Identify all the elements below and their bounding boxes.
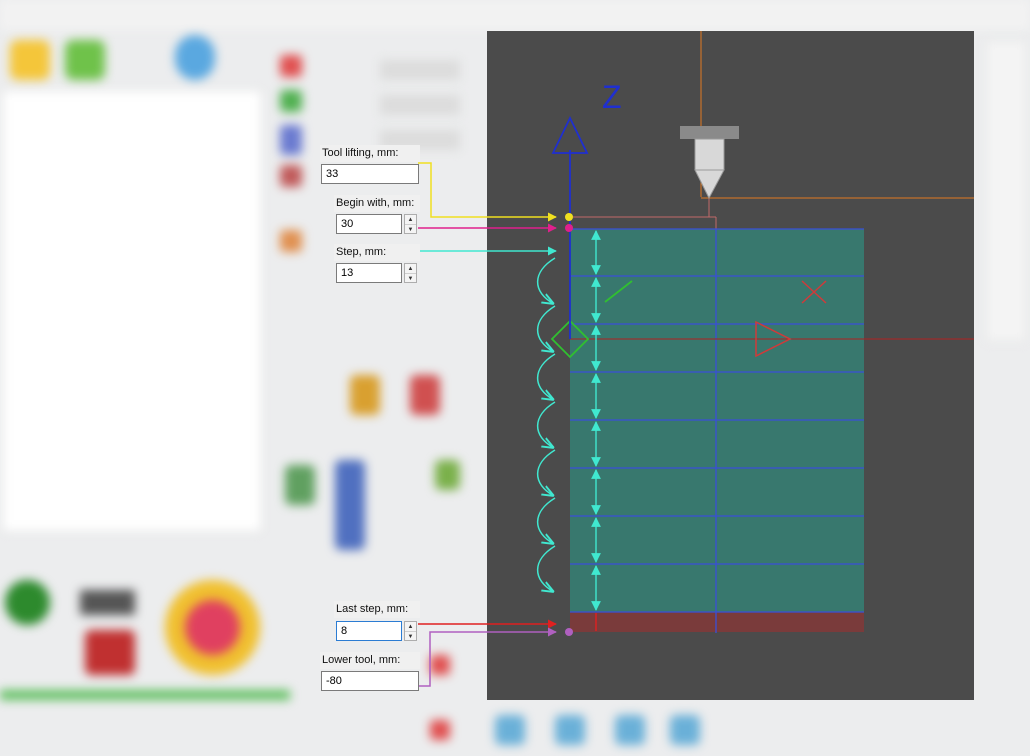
spin-down-icon[interactable]: ▼ bbox=[405, 631, 416, 641]
side-button bbox=[380, 95, 460, 115]
lower-tool-label: Lower tool, mm: bbox=[320, 652, 420, 669]
pass-curve-arrow bbox=[537, 545, 555, 592]
step-label: Step, mm: bbox=[334, 244, 420, 261]
bottom-icon bbox=[85, 630, 135, 675]
side-icon bbox=[280, 230, 302, 252]
tool-lifting-dot bbox=[565, 213, 573, 221]
spin-up-icon[interactable]: ▲ bbox=[405, 622, 416, 631]
lower-tool-dot bbox=[565, 628, 573, 636]
spin-up-icon[interactable]: ▲ bbox=[405, 215, 416, 224]
bottom-icon bbox=[80, 590, 135, 615]
pass-curve-arrow bbox=[537, 305, 555, 352]
pass-curve-arrow bbox=[537, 401, 555, 448]
last-step-label: Last step, mm: bbox=[334, 601, 420, 618]
tool-thumb bbox=[285, 465, 315, 505]
tool-lifting-label: Tool lifting, mm: bbox=[320, 145, 420, 162]
last-step-layer bbox=[570, 612, 864, 632]
side-icon bbox=[280, 125, 302, 155]
pass-curve-arrow bbox=[537, 353, 555, 400]
tree-panel bbox=[2, 90, 262, 532]
toolbar-icon bbox=[175, 35, 215, 80]
bottom-icon bbox=[555, 715, 585, 745]
bottom-icon bbox=[670, 715, 700, 745]
side-icon bbox=[430, 655, 450, 675]
pass-curve-arrow bbox=[537, 257, 555, 304]
pass-curve-arrow bbox=[537, 497, 555, 544]
spin-down-icon[interactable]: ▼ bbox=[405, 273, 416, 283]
toolbar-icon bbox=[10, 40, 50, 80]
side-icon bbox=[280, 165, 302, 187]
bottom-icon bbox=[495, 715, 525, 745]
tool-lifting-input[interactable] bbox=[321, 164, 419, 184]
tool-thumb bbox=[335, 460, 365, 550]
tool-thumb bbox=[350, 375, 380, 415]
bottom-icon bbox=[615, 715, 645, 745]
toolbar-icon bbox=[65, 40, 105, 80]
tool-thumb bbox=[410, 375, 440, 415]
step-stepper[interactable]: ▲ ▼ bbox=[404, 263, 417, 283]
begin-with-input[interactable] bbox=[336, 214, 402, 234]
last-step-input[interactable] bbox=[336, 621, 402, 641]
begin-with-stepper[interactable]: ▲ ▼ bbox=[404, 214, 417, 234]
begin-with-label: Begin with, mm: bbox=[334, 195, 420, 212]
tool-thumb bbox=[435, 460, 460, 490]
toolbar-strip bbox=[0, 0, 1030, 30]
step-input[interactable] bbox=[336, 263, 402, 283]
lower-tool-input[interactable] bbox=[321, 671, 419, 691]
viewport-drawing: Z bbox=[537, 31, 974, 636]
emergency-stop-center bbox=[185, 600, 240, 655]
side-button bbox=[380, 60, 460, 80]
spin-down-icon[interactable]: ▼ bbox=[405, 224, 416, 234]
side-icon bbox=[280, 55, 302, 77]
side-icon bbox=[280, 90, 302, 112]
side-icon bbox=[430, 720, 450, 740]
pass-curves bbox=[537, 257, 555, 592]
tool-icon bbox=[680, 126, 739, 200]
z-axis-arrow-icon bbox=[551, 115, 589, 154]
bottom-bar bbox=[0, 690, 290, 700]
right-panel bbox=[985, 40, 1027, 342]
milling-viewport: Z bbox=[487, 31, 974, 700]
bottom-icon bbox=[5, 580, 50, 625]
last-step-stepper[interactable]: ▲ ▼ bbox=[404, 621, 417, 641]
spin-up-icon[interactable]: ▲ bbox=[405, 264, 416, 273]
pass-curve-arrow bbox=[537, 449, 555, 496]
z-axis-label: Z bbox=[602, 79, 622, 115]
begin-with-dot bbox=[565, 224, 573, 232]
